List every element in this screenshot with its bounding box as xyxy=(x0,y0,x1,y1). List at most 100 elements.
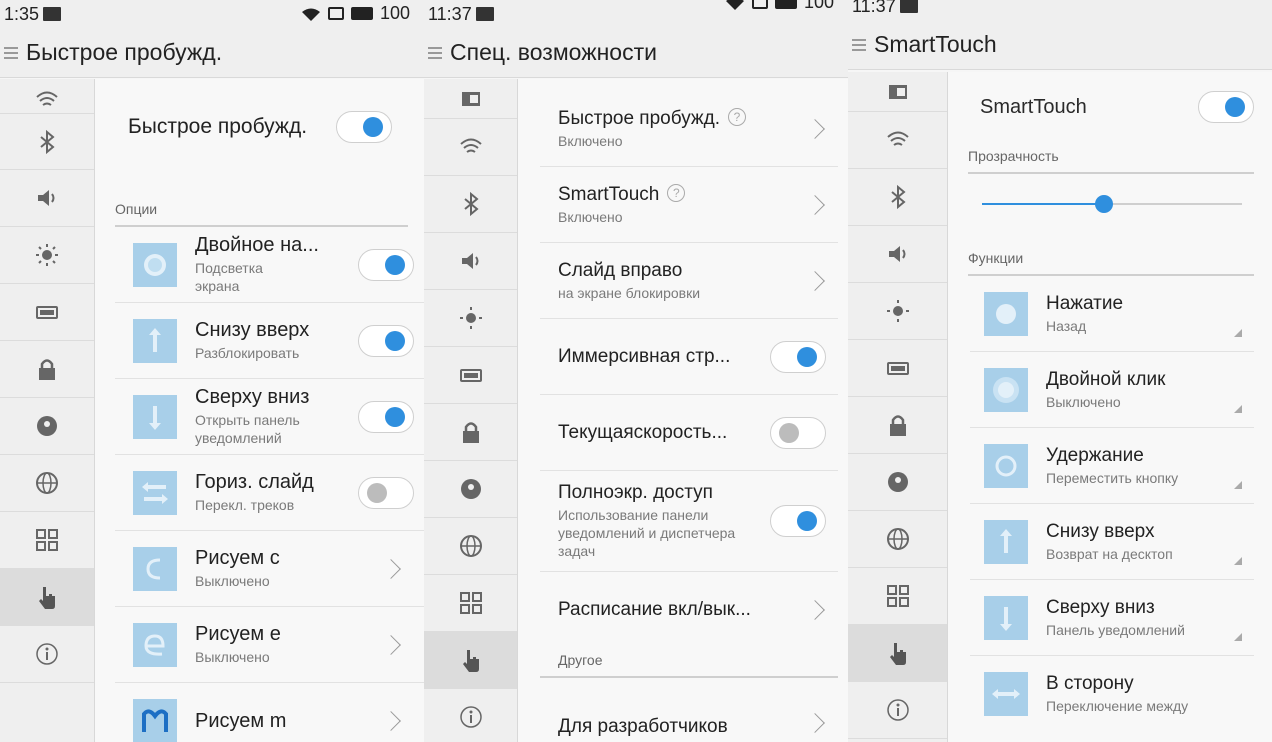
function-row-tap[interactable]: Нажатие Назад xyxy=(970,276,1254,352)
sidebar-item-sim[interactable] xyxy=(848,72,947,112)
sidebar-item-accessibility[interactable] xyxy=(424,632,517,689)
title-bar: SmartTouch xyxy=(848,20,1272,70)
option-row-swipe-down[interactable]: Сверху вниз Открыть панель уведомлений xyxy=(115,379,424,455)
horizontal-arrows-icon xyxy=(133,470,177,515)
option-label: Сверху вниз xyxy=(195,386,310,408)
status-time: 1:35 xyxy=(4,4,40,24)
function-sub: Переключение между xyxy=(1046,698,1189,714)
apps-grid-icon xyxy=(886,585,909,607)
function-row-double-click[interactable]: Двойной клик Выключено xyxy=(970,352,1254,428)
sidebar-item-apps[interactable] xyxy=(848,568,947,625)
draw-c-icon xyxy=(133,546,177,591)
option-row-horizontal-slide[interactable]: Гориз. слайд Перекл. треков xyxy=(115,455,424,531)
item-label: Расписание вкл/вык... xyxy=(558,599,751,620)
sidebar-item-battery[interactable] xyxy=(424,347,517,404)
sidebar-item-about[interactable] xyxy=(424,689,517,742)
option-toggle[interactable] xyxy=(358,400,414,433)
function-row-hold[interactable]: Удержание Переместить кнопку xyxy=(970,428,1254,504)
sidebar-item-brightness[interactable] xyxy=(0,227,94,284)
item-developer[interactable]: Для разработчиков xyxy=(540,678,838,738)
sim-card-icon xyxy=(888,84,907,99)
function-sub: Выключено xyxy=(1046,393,1121,410)
function-row-swipe-down[interactable]: Сверху вниз Панель уведомлений xyxy=(970,580,1254,656)
sidebar-item-brightness[interactable] xyxy=(848,283,947,340)
sidebar-item-apps[interactable] xyxy=(424,575,517,632)
slider-handle[interactable] xyxy=(1095,195,1114,213)
arrow-down-icon xyxy=(133,394,177,439)
menu-icon[interactable] xyxy=(852,38,866,51)
sidebar-item-sim[interactable] xyxy=(424,79,517,119)
wifi-status-icon xyxy=(725,0,744,10)
battery-status-icon xyxy=(350,7,373,20)
smarttouch-master-row[interactable]: SmartTouch xyxy=(948,78,1272,136)
sidebar-item-sound[interactable] xyxy=(0,170,94,227)
sidebar-item-battery[interactable] xyxy=(848,340,947,397)
transparency-slider[interactable] xyxy=(982,174,1242,234)
quick-wake-master-row[interactable]: Быстрое пробужд. xyxy=(95,79,424,175)
sidebar-item-bluetooth[interactable] xyxy=(848,169,947,226)
sidebar-item-accessibility[interactable] xyxy=(848,625,947,682)
item-schedule[interactable]: Расписание вкл/вык... xyxy=(540,572,838,648)
item-immersive[interactable]: Иммерсивная стр... xyxy=(540,319,838,395)
sidebar-item-language[interactable] xyxy=(0,455,94,512)
sidebar-item-location[interactable] xyxy=(424,461,517,518)
function-row-swipe-up[interactable]: Снизу вверх Возврат на десктоп xyxy=(970,504,1254,580)
menu-icon[interactable] xyxy=(4,46,18,59)
sidebar-item-apps[interactable] xyxy=(0,512,94,569)
item-smarttouch[interactable]: SmartTouch? Включено xyxy=(540,167,838,243)
sidebar-item-sound[interactable] xyxy=(424,233,517,290)
quick-wake-master-toggle[interactable] xyxy=(336,111,392,143)
settings-sidebar xyxy=(424,79,518,742)
sidebar-item-language[interactable] xyxy=(848,511,947,568)
sidebar-item-wifi[interactable] xyxy=(424,119,517,176)
item-current-speed[interactable]: Текущаяскорость... xyxy=(540,395,838,471)
sidebar-item-security[interactable] xyxy=(424,404,517,461)
item-label: SmartTouch xyxy=(558,183,660,205)
sidebar-item-location[interactable] xyxy=(848,454,947,511)
sidebar-item-brightness[interactable] xyxy=(424,290,517,347)
item-toggle[interactable] xyxy=(770,416,826,449)
sidebar-item-sound[interactable] xyxy=(848,226,947,283)
dropdown-corner-icon xyxy=(1234,481,1242,489)
function-row-side-swipe[interactable]: В сторону Переключение между xyxy=(970,656,1254,732)
status-bar: 1:35 100 xyxy=(0,0,424,28)
sidebar-item-wifi[interactable] xyxy=(848,112,947,169)
sidebar-item-wifi[interactable] xyxy=(0,87,94,106)
lock-icon xyxy=(39,359,55,380)
option-row-swipe-up[interactable]: Снизу вверх Разблокировать xyxy=(115,303,424,379)
option-row-draw-e[interactable]: Рисуем е Выключено xyxy=(115,607,424,683)
sidebar-item-security[interactable] xyxy=(0,341,94,398)
option-toggle[interactable] xyxy=(358,248,414,281)
sidebar-item-language[interactable] xyxy=(424,518,517,575)
item-toggle[interactable] xyxy=(770,340,826,373)
option-row-draw-m[interactable]: Рисуем m xyxy=(115,683,424,742)
brightness-icon xyxy=(886,300,909,322)
title-bar: Спец. возможности xyxy=(424,28,848,78)
option-label: Рисуем с xyxy=(195,547,280,569)
menu-icon[interactable] xyxy=(428,46,442,59)
sidebar-item-about[interactable] xyxy=(848,682,947,739)
item-slide-right[interactable]: Слайд вправо на экране блокировки xyxy=(540,243,838,319)
option-row-draw-c[interactable]: Рисуем с Выключено xyxy=(115,531,424,607)
image-notification-icon xyxy=(43,7,62,21)
option-toggle[interactable] xyxy=(358,476,414,509)
sidebar-item-battery[interactable] xyxy=(0,284,94,341)
option-toggle[interactable] xyxy=(358,324,414,357)
sidebar-item-bluetooth[interactable] xyxy=(424,176,517,233)
image-notification-icon xyxy=(475,7,494,21)
help-icon[interactable]: ? xyxy=(667,183,686,202)
smarttouch-master-toggle[interactable] xyxy=(1198,91,1254,123)
sidebar-item-security[interactable] xyxy=(848,397,947,454)
option-row-double-tap[interactable]: Двойное на... Подсветка экрана xyxy=(115,227,424,303)
sidebar-item-location[interactable] xyxy=(0,398,94,455)
sidebar-item-accessibility[interactable] xyxy=(0,569,94,626)
item-fullscreen-access[interactable]: Полноэкр. доступ Использование панели уве… xyxy=(540,471,838,572)
item-quick-wake[interactable]: Быстрое пробужд.? Включено xyxy=(540,91,838,167)
sidebar-item-bluetooth[interactable] xyxy=(0,113,94,170)
chevron-right-icon xyxy=(381,558,401,579)
sidebar-item-about[interactable] xyxy=(0,626,94,683)
help-icon[interactable]: ? xyxy=(727,107,746,126)
item-label: Полноэкр. доступ xyxy=(558,482,713,503)
location-icon xyxy=(37,416,57,436)
item-toggle[interactable] xyxy=(770,505,826,537)
